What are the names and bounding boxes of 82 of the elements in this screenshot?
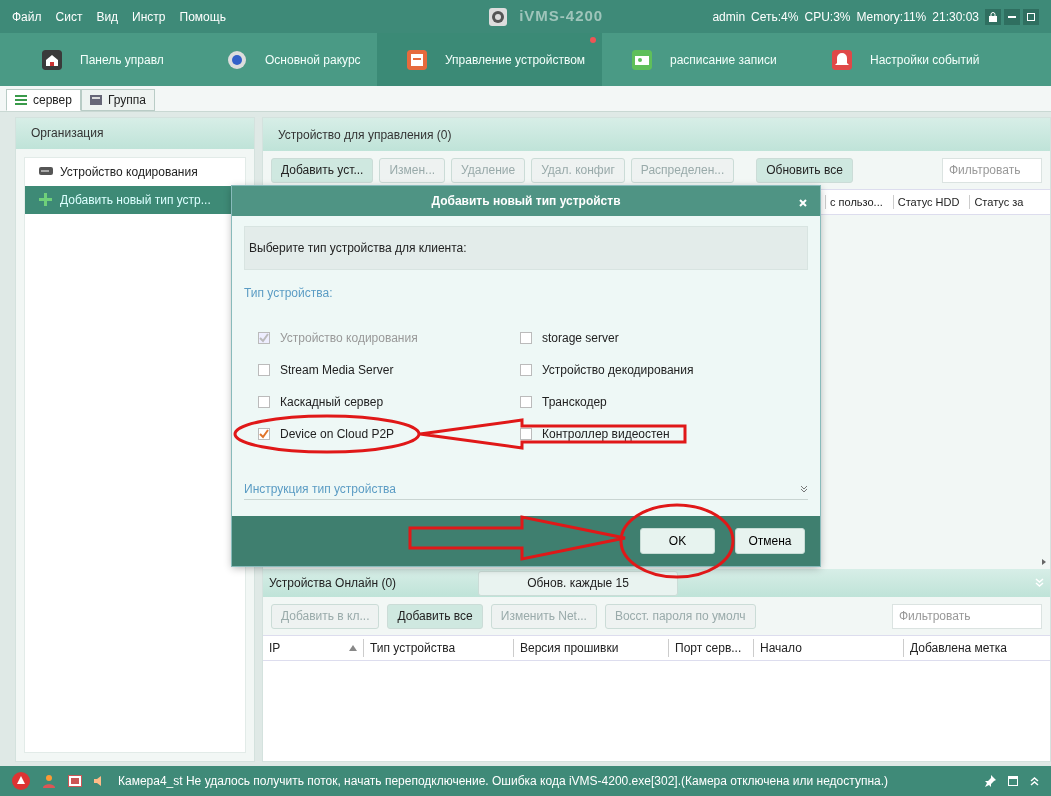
nav-tab[interactable]: расписание записи (602, 33, 802, 86)
cancel-button[interactable]: Отмена (735, 528, 805, 554)
menu-item[interactable]: Сист (55, 7, 83, 26)
filter-field[interactable]: Фильтровать (892, 603, 1042, 629)
checkbox[interactable] (258, 364, 270, 376)
lock-button[interactable] (985, 8, 1001, 25)
checkbox-label: storage server (542, 330, 619, 347)
app-title: iVMS-4200 (519, 6, 604, 27)
column-header[interactable]: IP (269, 639, 281, 657)
status-message: Камера4_st Не удалось получить поток, начать переподключение. Ошибка кода iVMS-4200.exe[302].(Камера отключена или недоступна.) (118, 773, 889, 790)
nav-tab[interactable]: Основной ракурс (197, 33, 377, 86)
checkbox[interactable] (520, 428, 532, 440)
plus-icon (39, 193, 53, 207)
column-header[interactable]: с пользо... (825, 195, 887, 209)
status-text: Memory:11% (856, 8, 927, 26)
column-header[interactable]: Версия прошивки (520, 639, 619, 657)
maximize-icon (1027, 12, 1035, 21)
person-icon[interactable] (42, 774, 56, 788)
monitor-icon[interactable] (68, 775, 82, 787)
minimize-button[interactable] (1004, 8, 1020, 25)
status-text: CPU:3% (804, 8, 851, 26)
checkbox-label: Device on Cloud P2P (280, 426, 395, 443)
window-icon[interactable] (1008, 776, 1018, 786)
checkbox[interactable] (520, 332, 532, 344)
ok-button[interactable]: OK (640, 528, 715, 554)
nav-tab[interactable]: Управление устройством (377, 33, 602, 86)
column-header[interactable]: Начало (760, 639, 802, 657)
nav-tab[interactable]: Настройки событий (802, 33, 1002, 86)
checkbox[interactable] (520, 364, 532, 376)
column-header[interactable]: Статус HDD (892, 195, 964, 209)
toolbar-button[interactable]: Добавить все (387, 603, 483, 629)
maximize-button[interactable] (1023, 8, 1039, 25)
refresh-interval-button[interactable]: Обнов. каждые 15 (478, 570, 678, 596)
checkbox-label: Транскодер (542, 394, 607, 411)
column-header[interactable]: Статус за (969, 195, 1028, 209)
checkbox-label: Каскадный сервер (280, 394, 384, 411)
checkbox[interactable] (258, 428, 270, 440)
checkbox[interactable] (520, 396, 532, 408)
home-icon (42, 49, 62, 70)
status-text: Сеть:4% (751, 8, 799, 26)
status-text: 21:30:03 (932, 8, 979, 26)
pin-icon[interactable] (984, 775, 996, 787)
checkbox[interactable] (258, 396, 270, 408)
sort-icon[interactable] (349, 645, 357, 651)
toolbar-button[interactable]: Добавить уст... (271, 157, 374, 183)
checkbox-label: Контроллер видеостен (542, 426, 670, 443)
minimize-icon (1008, 15, 1016, 18)
alarm-icon (832, 49, 852, 70)
instruction-expander[interactable]: Инструкция тип устройства (244, 478, 808, 500)
sub-tab[interactable]: сервер (6, 89, 81, 111)
column-header[interactable]: Порт серв... (675, 639, 742, 657)
dialog-title: Добавить новый тип устройств (431, 193, 621, 210)
warning-icon[interactable] (12, 772, 30, 790)
checkbox-label: Stream Media Server (280, 362, 394, 379)
prompt-text: Выберите тип устройства для клиента: (249, 240, 467, 257)
menu-item[interactable]: Вид (96, 7, 119, 26)
section-title: Устройства Онлайн (0) (268, 575, 398, 592)
panel-header: Устройство для управления (0) (263, 118, 1050, 151)
panel-header: Организация (16, 118, 254, 149)
group-icon (89, 95, 102, 105)
section-label: Тип устройства: (244, 286, 333, 300)
menu-item[interactable]: Файл (12, 7, 42, 26)
column-header[interactable]: Добавлена метка (910, 639, 1007, 657)
scroll-arrow-icon[interactable] (1041, 558, 1047, 566)
tree-item[interactable]: Устройство кодирования (25, 157, 245, 186)
status-text: admin (712, 8, 746, 26)
camera-icon (227, 49, 247, 70)
device-icon (407, 49, 427, 70)
checkbox-label: Устройство кодирования (280, 330, 418, 347)
checkbox-label: Устройство декодирования (542, 362, 694, 379)
camera-logo-icon (489, 7, 508, 26)
expand-icon[interactable] (1030, 776, 1039, 786)
refresh-button[interactable]: Обновить все (756, 157, 853, 183)
menu-item[interactable]: Инстр (132, 7, 166, 26)
list-icon (15, 95, 27, 105)
schedule-icon (632, 49, 652, 70)
filter-field[interactable]: Фильтровать (942, 157, 1042, 183)
sub-tab[interactable]: Группа (80, 89, 155, 111)
column-header[interactable]: Тип устройства (370, 639, 456, 657)
lock-icon (989, 11, 997, 22)
nav-tab[interactable]: Панель управл (12, 33, 197, 86)
menu-item[interactable]: Помощь (179, 7, 226, 26)
